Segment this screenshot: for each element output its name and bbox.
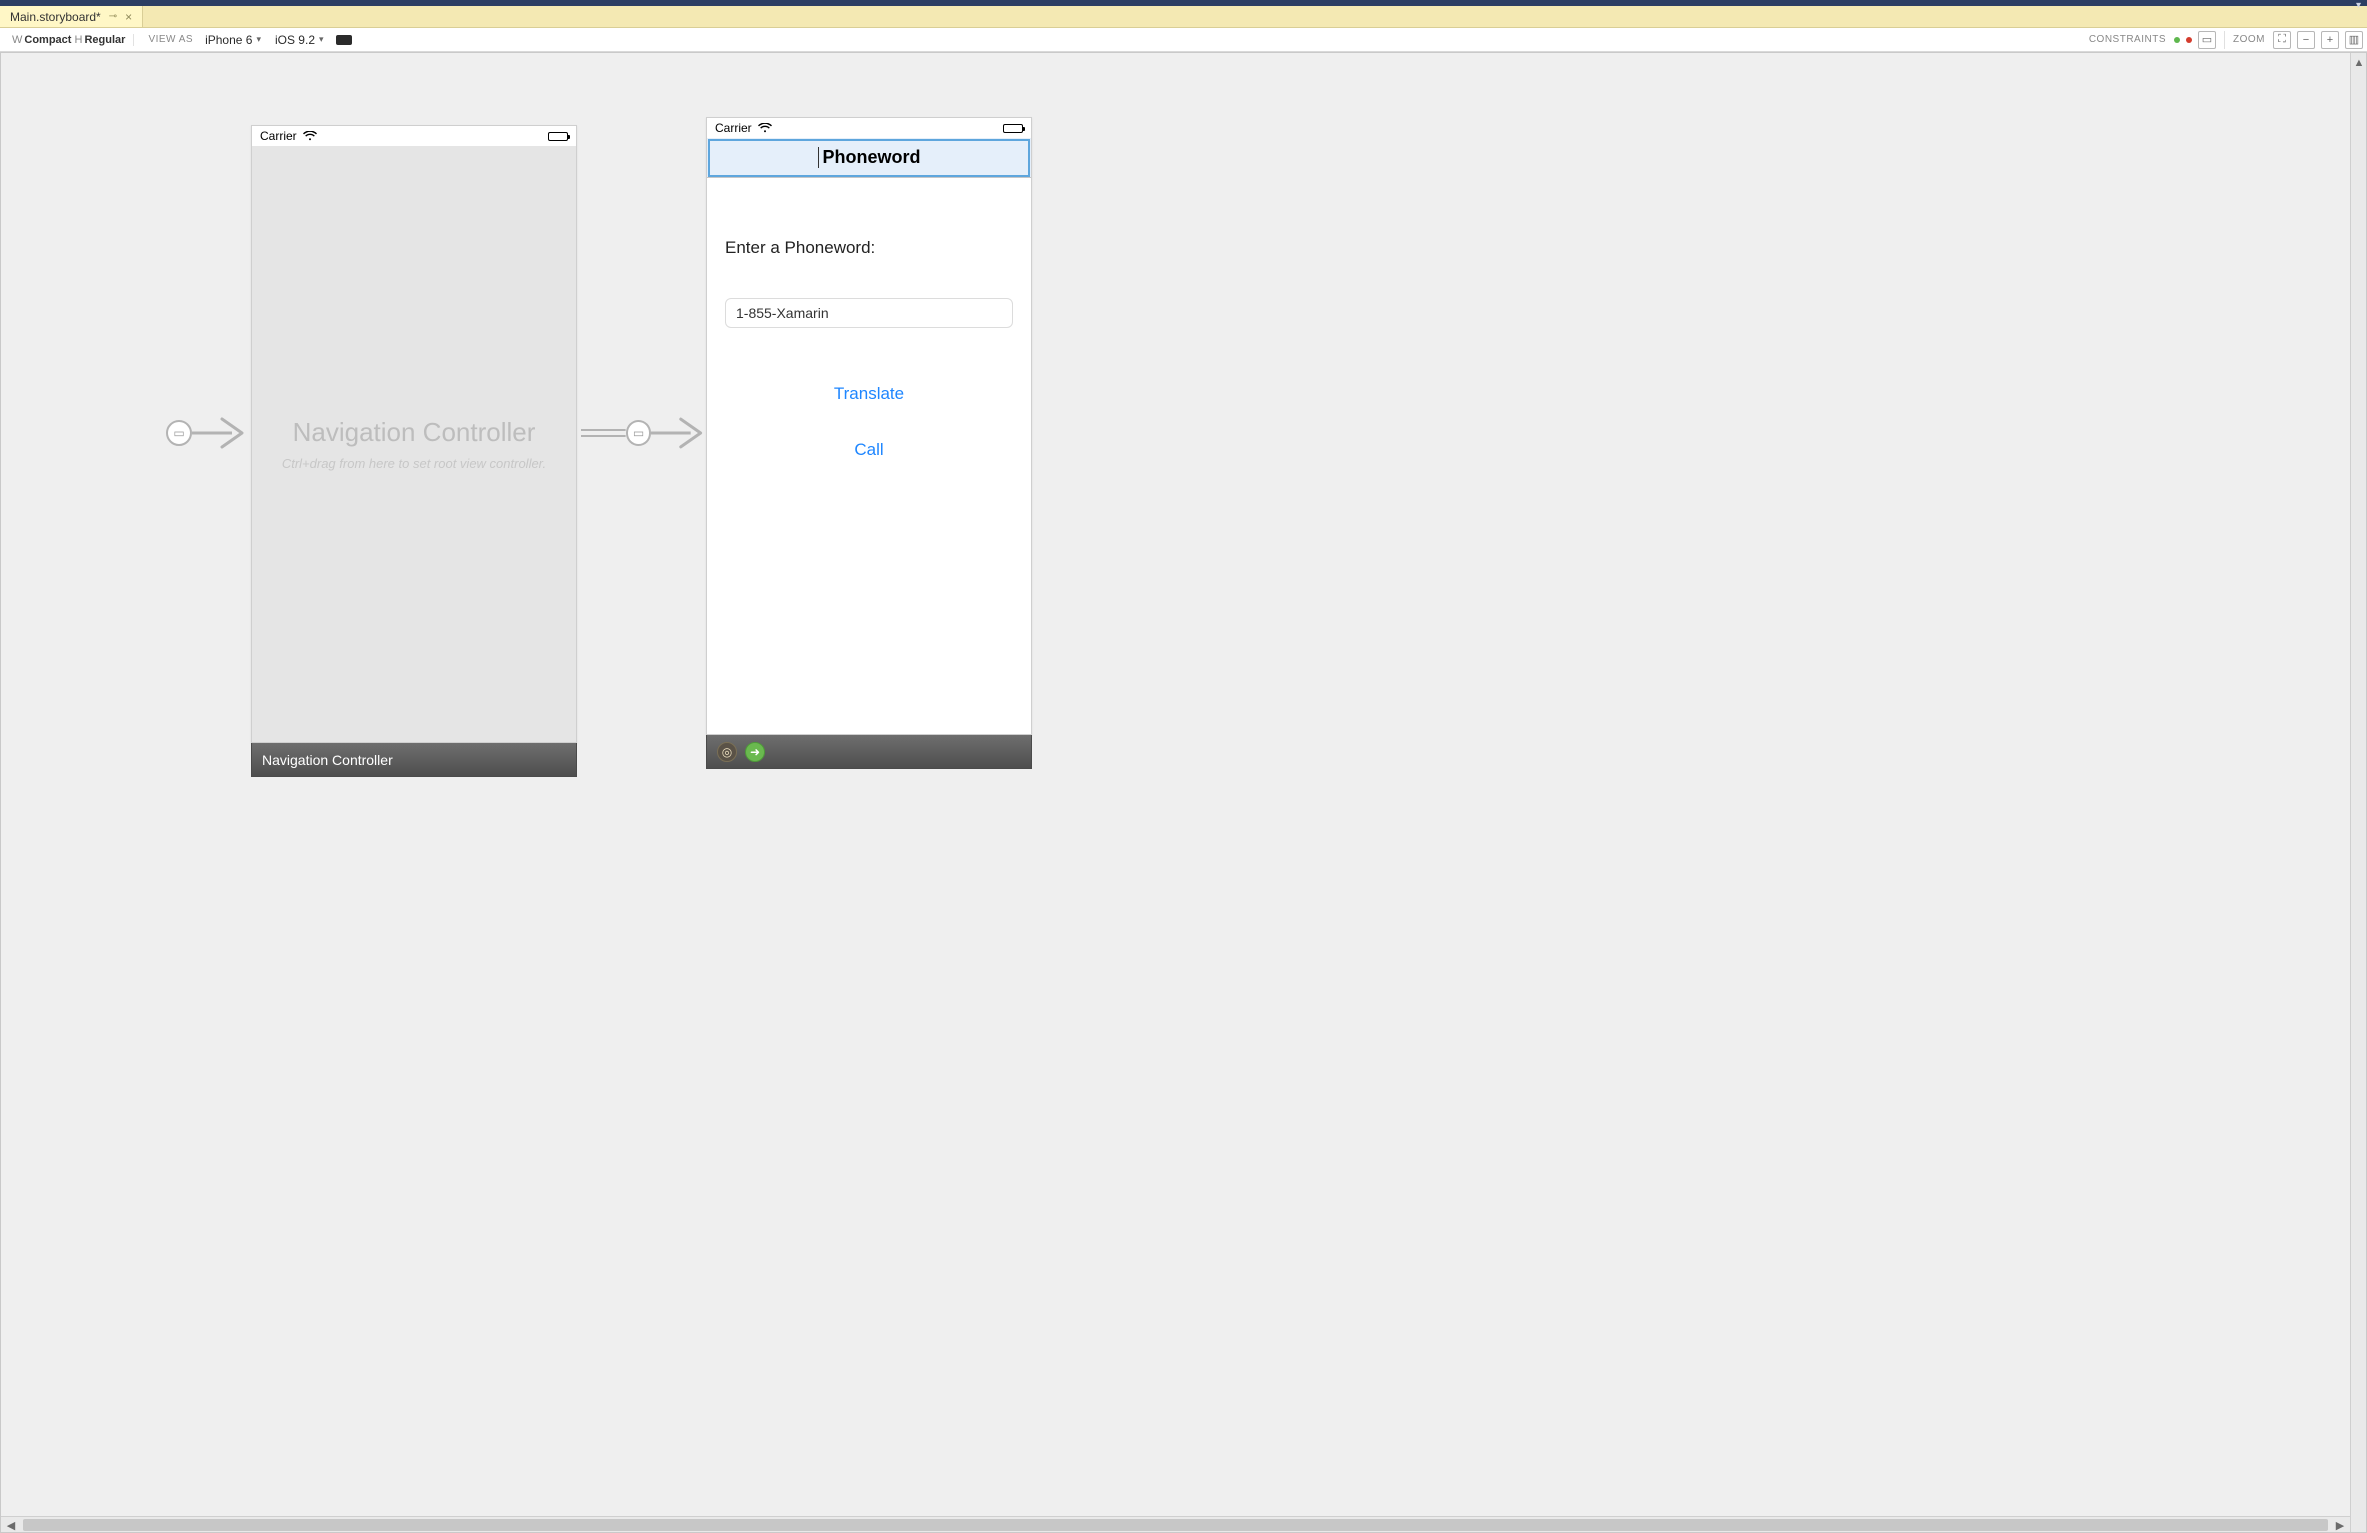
constraints-add-icon[interactable] bbox=[2174, 37, 2180, 43]
horizontal-scrollbar[interactable]: ◀ ▶ bbox=[1, 1516, 2350, 1532]
carrier-label: Carrier bbox=[260, 129, 297, 143]
zoom-out-icon[interactable]: − bbox=[2297, 31, 2315, 49]
constraints-frame-icon[interactable]: ▭ bbox=[2198, 31, 2216, 49]
orientation-toggle[interactable] bbox=[336, 35, 352, 45]
translate-button[interactable]: Translate bbox=[725, 384, 1013, 404]
status-bar: Carrier bbox=[707, 118, 1031, 138]
call-button[interactable]: Call bbox=[725, 440, 1013, 460]
scene-phoneword[interactable]: Carrier Phoneword Enter a Phoneword: bbox=[706, 117, 1032, 769]
navigation-bar-title[interactable]: Phoneword bbox=[818, 147, 921, 168]
document-tab-main-storyboard[interactable]: Main.storyboard* ⊸ × bbox=[0, 6, 143, 27]
root-segue-arrow[interactable]: ▭ bbox=[581, 413, 711, 453]
wifi-icon bbox=[758, 123, 772, 133]
status-bar: Carrier bbox=[252, 126, 576, 146]
document-tabstrip: Main.storyboard* ⊸ × bbox=[0, 6, 2367, 28]
document-tab-title: Main.storyboard* bbox=[10, 10, 101, 24]
segue-knob-icon: ▭ bbox=[626, 420, 652, 446]
close-icon[interactable]: × bbox=[125, 10, 132, 24]
scroll-thumb[interactable] bbox=[23, 1519, 2328, 1531]
battery-icon bbox=[548, 132, 568, 141]
initial-segue-arrow[interactable]: ▭ bbox=[166, 413, 256, 453]
carrier-label: Carrier bbox=[715, 121, 752, 135]
phoneword-input[interactable] bbox=[725, 298, 1013, 328]
nav-controller-title: Navigation Controller bbox=[293, 417, 536, 448]
constraints-clear-icon[interactable] bbox=[2186, 37, 2192, 43]
scene-dock-title: Navigation Controller bbox=[262, 752, 393, 768]
size-class-selector[interactable]: WCompact HRegular bbox=[4, 34, 134, 46]
designer-toolbar: WCompact HRegular VIEW AS iPhone 6 ▾ iOS… bbox=[0, 28, 2367, 52]
scene-navigation-controller[interactable]: Carrier Navigation Controller Ctrl+drag … bbox=[251, 125, 577, 777]
segue-knob-icon: ▭ bbox=[166, 420, 192, 446]
scroll-up-arrow-icon[interactable]: ▲ bbox=[2351, 55, 2367, 71]
zoom-actual-icon[interactable]: ▥ bbox=[2345, 31, 2363, 49]
constraints-label: CONSTRAINTS bbox=[2089, 34, 2168, 45]
navigation-bar[interactable]: Phoneword bbox=[707, 138, 1031, 178]
chevron-down-icon: ▾ bbox=[319, 34, 324, 45]
vertical-scrollbar[interactable]: ▲ bbox=[2350, 53, 2366, 1532]
scene-dock[interactable]: ◎ ➜ bbox=[706, 735, 1032, 769]
zoom-fit-icon[interactable]: ⛶ bbox=[2273, 31, 2291, 49]
device-dropdown[interactable]: iPhone 6 ▾ bbox=[203, 33, 263, 47]
zoom-in-icon[interactable]: + bbox=[2321, 31, 2339, 49]
scroll-right-arrow-icon[interactable]: ▶ bbox=[2332, 1517, 2348, 1533]
phoneword-prompt-label: Enter a Phoneword: bbox=[725, 238, 1013, 258]
storyboard-canvas[interactable]: ▭ Carrier bbox=[1, 53, 2366, 1532]
window-menu-caret[interactable]: ▾ bbox=[2356, 0, 2361, 11]
view-as-label: VIEW AS bbox=[144, 34, 193, 45]
wifi-icon bbox=[303, 131, 317, 141]
scroll-left-arrow-icon[interactable]: ◀ bbox=[3, 1517, 19, 1533]
navigation-controller-body: Navigation Controller Ctrl+drag from her… bbox=[252, 146, 576, 742]
nav-controller-hint: Ctrl+drag from here to set root view con… bbox=[282, 456, 546, 471]
scene-dock[interactable]: Navigation Controller bbox=[251, 743, 577, 777]
zoom-label: ZOOM bbox=[2233, 34, 2267, 45]
pin-icon[interactable]: ⊸ bbox=[109, 11, 117, 22]
battery-icon bbox=[1003, 124, 1023, 133]
ios-version-dropdown[interactable]: iOS 9.2 ▾ bbox=[273, 33, 326, 47]
exit-icon[interactable]: ➜ bbox=[745, 742, 765, 762]
view-controller-icon[interactable]: ◎ bbox=[717, 742, 737, 762]
chevron-down-icon: ▾ bbox=[256, 34, 261, 45]
